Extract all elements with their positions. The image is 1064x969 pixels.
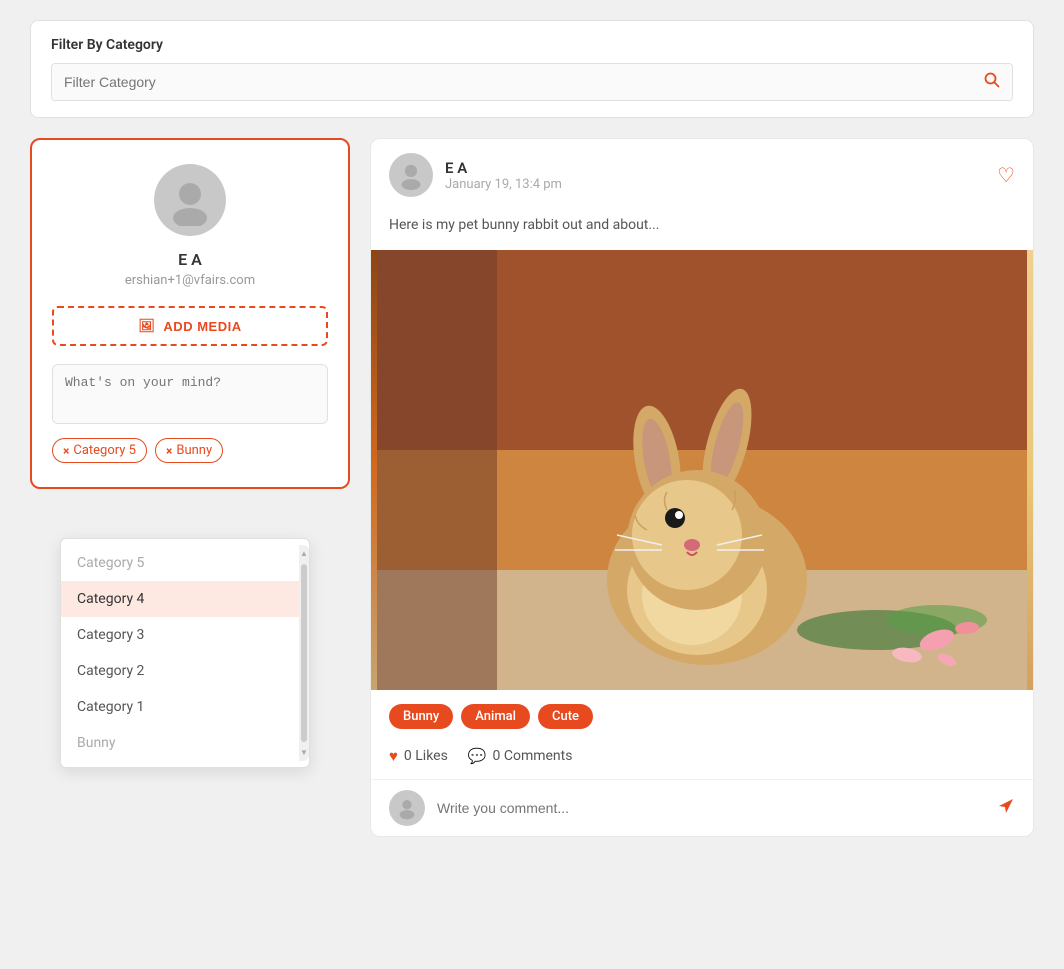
scrollbar[interactable]: ▲ ▼ xyxy=(299,545,309,761)
add-media-button[interactable]: 🖼 ADD MEDIA xyxy=(52,306,328,346)
add-media-label: ADD MEDIA xyxy=(163,319,241,334)
right-panel: E A January 19, 13:4 pm ♡ Here is my pet… xyxy=(370,138,1034,837)
post-avatar xyxy=(389,153,433,197)
filter-input-wrap xyxy=(51,63,1013,101)
tag-cute[interactable]: Cute xyxy=(538,704,593,729)
remove-tag-icon: × xyxy=(166,444,172,458)
comment-bar xyxy=(371,779,1033,836)
tag-animal[interactable]: Animal xyxy=(461,704,530,729)
post-author: E A xyxy=(445,159,985,177)
dropdown-scroll: Category 5 Category 4 Category 3 Categor… xyxy=(61,545,309,761)
remove-tag-icon: × xyxy=(63,444,69,458)
likes-count: 0 Likes xyxy=(404,748,448,764)
tag-chip-category5[interactable]: × Category 5 xyxy=(52,438,147,463)
tag-chip-bunny[interactable]: × Bunny xyxy=(155,438,223,463)
media-icon: 🖼 xyxy=(138,318,155,334)
filter-bar: Filter By Category xyxy=(30,20,1034,118)
tag-label-category5: Category 5 xyxy=(73,443,136,458)
dropdown-item-category5[interactable]: Category 5 xyxy=(61,545,299,581)
main-layout: E A ershian+1@vfairs.com 🖼 ADD MEDIA × C… xyxy=(30,138,1034,837)
post-date: January 19, 13:4 pm xyxy=(445,177,985,192)
post-card: E A January 19, 13:4 pm ♡ Here is my pet… xyxy=(370,138,1034,837)
dropdown-item-category3[interactable]: Category 3 xyxy=(61,617,299,653)
dropdown-item-category2[interactable]: Category 2 xyxy=(61,653,299,689)
selected-tags: × Category 5 × Bunny xyxy=(52,438,328,463)
left-panel: E A ershian+1@vfairs.com 🖼 ADD MEDIA × C… xyxy=(30,138,350,837)
tag-label-bunny: Bunny xyxy=(176,443,212,458)
comment-icon: 💬 xyxy=(468,747,487,765)
dropdown-list: Category 5 Category 4 Category 3 Categor… xyxy=(61,545,299,761)
filter-category-input[interactable] xyxy=(64,74,984,90)
post-meta: E A January 19, 13:4 pm xyxy=(445,159,985,192)
profile-name: E A xyxy=(178,250,202,269)
post-tags: Bunny Animal Cute xyxy=(371,690,1033,739)
post-actions: ♥ 0 Likes 💬 0 Comments xyxy=(371,739,1033,779)
profile-email: ershian+1@vfairs.com xyxy=(125,273,255,288)
search-icon[interactable] xyxy=(984,72,1000,92)
profile-card: E A ershian+1@vfairs.com 🖼 ADD MEDIA × C… xyxy=(30,138,350,489)
scrollbar-down[interactable]: ▼ xyxy=(299,746,309,759)
scrollbar-thumb[interactable] xyxy=(301,564,307,742)
heart-icon: ♥ xyxy=(389,747,398,765)
post-text: Here is my pet bunny rabbit out and abou… xyxy=(371,211,1033,250)
dropdown-item-category4[interactable]: Category 4 xyxy=(61,581,299,617)
mind-input[interactable] xyxy=(52,364,328,424)
tag-bunny[interactable]: Bunny xyxy=(389,704,453,729)
commenter-avatar xyxy=(389,790,425,826)
category-dropdown: Category 5 Category 4 Category 3 Categor… xyxy=(60,538,310,768)
post-image xyxy=(371,250,1033,690)
comments-action[interactable]: 💬 0 Comments xyxy=(468,747,573,765)
comments-count: 0 Comments xyxy=(493,748,573,764)
comment-input[interactable] xyxy=(437,800,985,816)
post-header: E A January 19, 13:4 pm ♡ xyxy=(371,139,1033,211)
dropdown-item-bunny[interactable]: Bunny xyxy=(61,725,299,761)
dropdown-item-category1[interactable]: Category 1 xyxy=(61,689,299,725)
like-button[interactable]: ♡ xyxy=(997,163,1015,188)
filter-title: Filter By Category xyxy=(51,37,1013,53)
scrollbar-up[interactable]: ▲ xyxy=(299,547,309,560)
send-comment-button[interactable] xyxy=(997,797,1015,820)
avatar xyxy=(154,164,226,236)
likes-action[interactable]: ♥ 0 Likes xyxy=(389,747,448,765)
